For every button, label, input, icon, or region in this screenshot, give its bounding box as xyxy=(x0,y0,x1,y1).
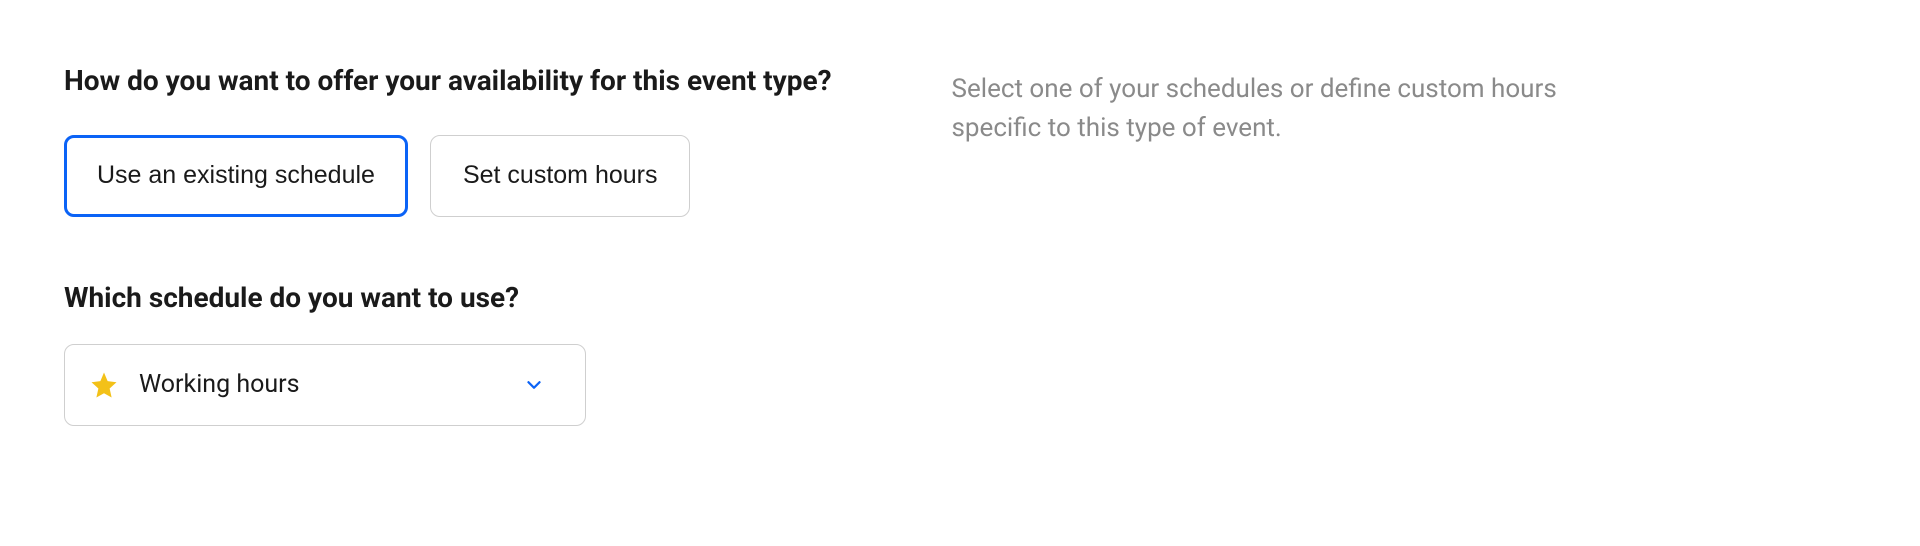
availability-option-row: Use an existing schedule Set custom hour… xyxy=(64,135,832,217)
set-custom-hours-label: Set custom hours xyxy=(463,161,658,189)
availability-help-text: Select one of your schedules or define c… xyxy=(952,70,1592,148)
schedule-select-heading: Which schedule do you want to use? xyxy=(64,281,832,314)
left-column: How do you want to offer your availabili… xyxy=(64,64,832,426)
use-existing-schedule-button[interactable]: Use an existing schedule xyxy=(64,135,408,217)
chevron-down-icon xyxy=(523,374,545,396)
use-existing-schedule-label: Use an existing schedule xyxy=(97,161,375,189)
availability-heading: How do you want to offer your availabili… xyxy=(64,64,832,97)
right-column: Select one of your schedules or define c… xyxy=(952,64,1856,426)
set-custom-hours-button[interactable]: Set custom hours xyxy=(430,135,691,217)
star-icon xyxy=(89,370,119,400)
schedule-select[interactable]: Working hours xyxy=(64,344,586,426)
schedule-select-value: Working hours xyxy=(139,370,523,399)
availability-section: How do you want to offer your availabili… xyxy=(0,0,1920,426)
